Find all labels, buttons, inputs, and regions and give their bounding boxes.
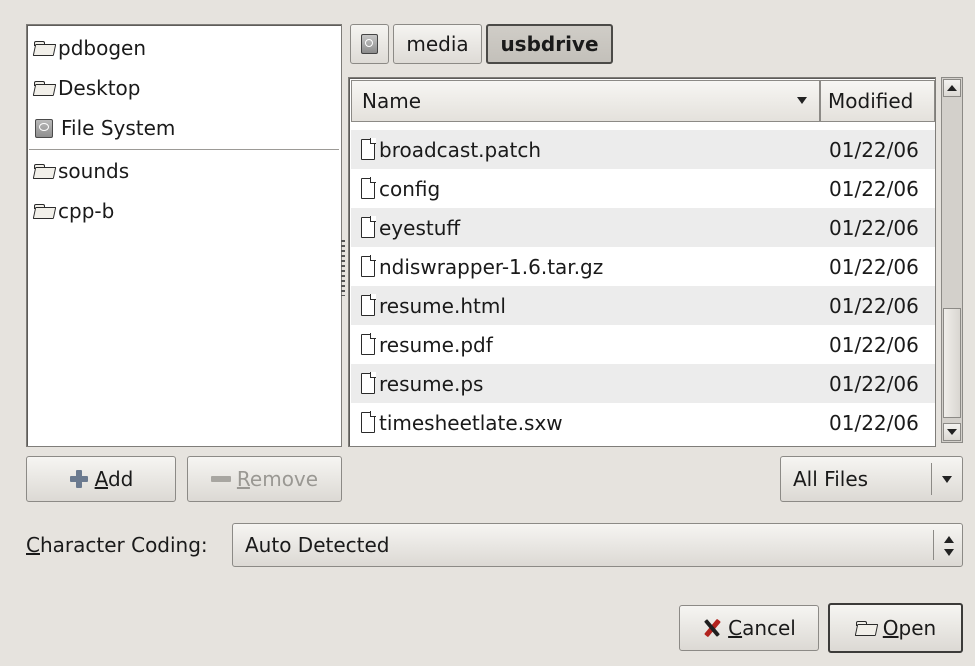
- character-coding-value: Auto Detected: [245, 533, 390, 557]
- path-segment-label: usbdrive: [500, 32, 599, 56]
- up-down-arrows-icon: [944, 536, 954, 556]
- file-row[interactable]: timesheetlate.sxw 01/22/06: [351, 403, 935, 442]
- file-row[interactable]: resume.html 01/22/06: [351, 286, 935, 325]
- place-label: Desktop: [58, 76, 141, 100]
- places-divider: [29, 149, 339, 150]
- minus-icon: [210, 476, 231, 482]
- file-modified: 01/22/06: [829, 410, 919, 435]
- file-modified: 01/22/06: [829, 371, 919, 396]
- file-row[interactable]: broadcast.patch 01/22/06: [351, 130, 935, 169]
- file-name: eyestuff: [379, 215, 461, 240]
- file-modified: 01/22/06: [829, 137, 919, 162]
- file-name: resume.pdf: [379, 332, 493, 357]
- cancel-x-icon: [702, 618, 722, 638]
- scrollbar-thumb[interactable]: [943, 308, 961, 418]
- file-name: resume.ps: [379, 371, 484, 396]
- plus-icon: [69, 469, 89, 489]
- column-label: Modified: [828, 89, 914, 113]
- file-modified: 01/22/06: [829, 176, 919, 201]
- character-coding-label: Character Coding:: [26, 533, 208, 557]
- file-row[interactable]: eyestuff 01/22/06: [351, 208, 935, 247]
- file-filter-value: All Files: [793, 467, 869, 491]
- file-icon: [361, 255, 376, 277]
- place-desktop[interactable]: Desktop: [33, 71, 333, 105]
- folder-icon: [33, 203, 55, 219]
- place-label: pdbogen: [58, 36, 146, 60]
- file-icon: [361, 216, 376, 238]
- place-label: File System: [61, 116, 176, 140]
- file-list: Name Modified broadcast.patch 01/22/06 c…: [348, 77, 936, 447]
- file-icon: [361, 177, 376, 199]
- place-file-system[interactable]: File System: [33, 111, 333, 145]
- cancel-button-label: Cancel: [728, 616, 796, 640]
- file-list-scrollbar[interactable]: [941, 77, 963, 443]
- column-label: Name: [362, 89, 422, 113]
- file-row[interactable]: resume.ps 01/22/06: [351, 364, 935, 403]
- file-icon: [361, 333, 376, 355]
- file-modified: 01/22/06: [829, 215, 919, 240]
- remove-bookmark-button[interactable]: Remove: [187, 456, 342, 502]
- file-modified: 01/22/06: [829, 254, 919, 279]
- filesystem-icon: [35, 118, 53, 138]
- column-header-modified[interactable]: Modified: [820, 80, 935, 122]
- file-icon: [361, 294, 376, 316]
- path-segment-label: media: [406, 32, 469, 56]
- cancel-button[interactable]: Cancel: [679, 605, 819, 651]
- file-name: timesheetlate.sxw: [379, 410, 563, 435]
- folder-icon: [33, 80, 55, 96]
- chevron-down-icon: [942, 476, 952, 483]
- file-row[interactable]: config 01/22/06: [351, 169, 935, 208]
- bookmark-sounds[interactable]: sounds: [33, 154, 333, 188]
- file-icon: [361, 372, 376, 394]
- column-header-name[interactable]: Name: [351, 80, 820, 122]
- file-name: broadcast.patch: [379, 137, 542, 162]
- file-icon: [361, 411, 376, 433]
- sort-arrow-icon: [797, 97, 807, 104]
- file-filter-combo[interactable]: All Files: [780, 456, 963, 502]
- path-segment-usbdrive[interactable]: usbdrive: [486, 24, 613, 64]
- file-modified: 01/22/06: [829, 332, 919, 357]
- scroll-up-arrow-icon[interactable]: [943, 79, 961, 97]
- bookmark-cpp-b[interactable]: cpp-b: [33, 194, 333, 228]
- bookmark-label: sounds: [58, 159, 130, 183]
- place-pdbogen[interactable]: pdbogen: [33, 31, 333, 65]
- path-segment-media[interactable]: media: [393, 24, 482, 64]
- file-icon: [361, 138, 376, 160]
- bookmark-label: cpp-b: [58, 199, 115, 223]
- add-button-label: Add: [94, 467, 134, 491]
- file-name: ndiswrapper-1.6.tar.gz: [379, 254, 604, 279]
- pane-resize-handle[interactable]: [341, 240, 345, 296]
- file-row[interactable]: ndiswrapper-1.6.tar.gz 01/22/06: [351, 247, 935, 286]
- path-root-button[interactable]: [350, 24, 389, 64]
- places-sidebar: pdbogen Desktop File System sounds cpp-b: [26, 24, 342, 447]
- remove-button-label: Remove: [236, 467, 319, 491]
- add-bookmark-button[interactable]: Add: [26, 456, 176, 502]
- folder-icon: [33, 40, 55, 56]
- character-coding-combo[interactable]: Auto Detected: [232, 523, 963, 567]
- open-button-label: Open: [882, 616, 937, 640]
- open-button[interactable]: Open: [828, 603, 963, 653]
- file-name: config: [379, 176, 441, 201]
- open-folder-icon: [855, 620, 877, 636]
- file-row[interactable]: resume.pdf 01/22/06: [351, 325, 935, 364]
- drive-icon: [361, 34, 378, 54]
- file-name: resume.html: [379, 293, 506, 318]
- folder-icon: [33, 163, 55, 179]
- scroll-down-arrow-icon[interactable]: [943, 423, 961, 441]
- file-modified: 01/22/06: [829, 293, 919, 318]
